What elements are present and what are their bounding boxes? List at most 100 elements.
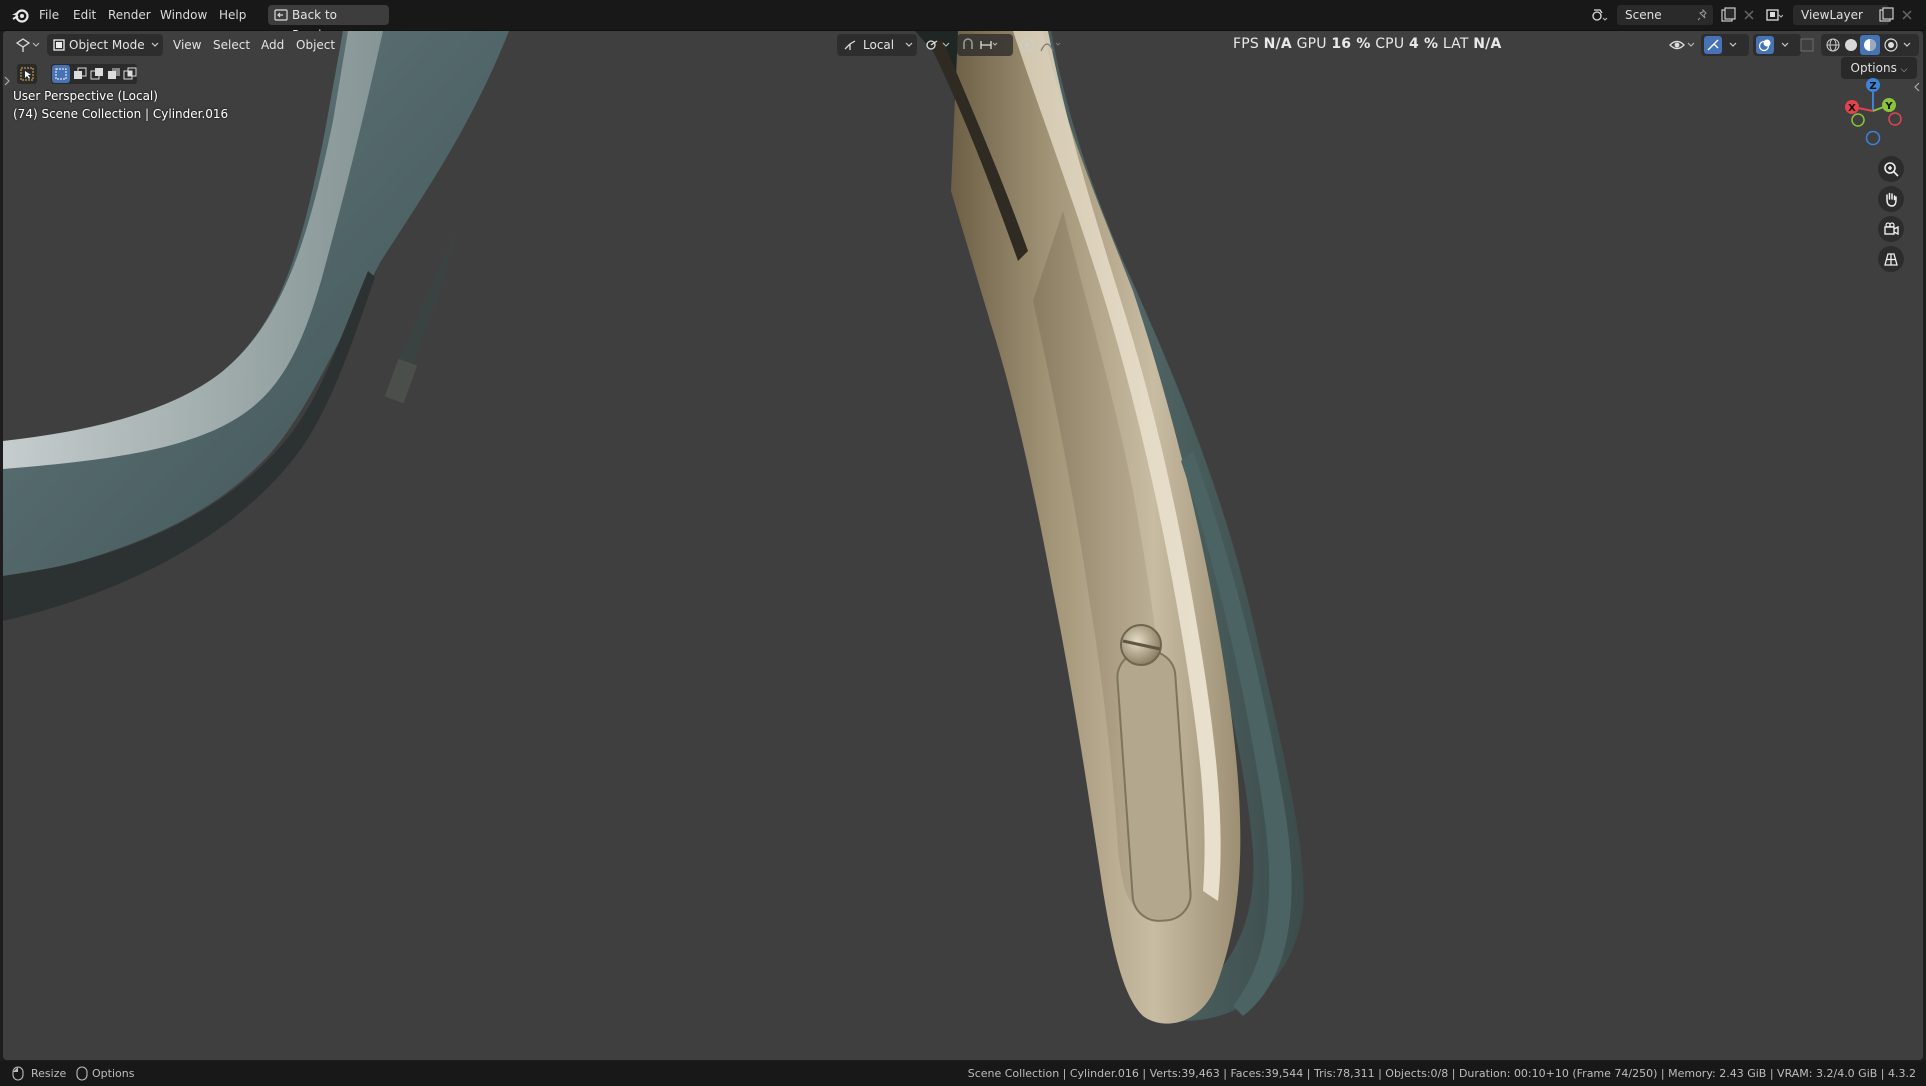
z-axis-label: Z [1869, 81, 1876, 92]
object-mode-label: Object Mode [69, 38, 145, 52]
view-layer-field[interactable]: ViewLayer [1793, 5, 1889, 25]
mouse-left-icon [12, 1066, 24, 1081]
sidebar-expand-icon[interactable] [1913, 81, 1921, 93]
subtract-selection-icon[interactable] [90, 67, 104, 81]
gizmo-toggle-group [1701, 34, 1749, 56]
rendered-shading-icon[interactable] [1883, 37, 1899, 53]
neg-x-axis-handle[interactable] [1888, 112, 1902, 126]
gpu-value: 16 % [1331, 36, 1371, 52]
shading-mode-group [1821, 34, 1919, 56]
blender-logo-icon[interactable] [10, 6, 30, 24]
view-layer-name: ViewLayer [1801, 8, 1863, 22]
hand-icon [1886, 192, 1897, 207]
status-action-options: Options [92, 1067, 135, 1080]
view-layer-icon[interactable] [1765, 6, 1783, 24]
new-scene-icon[interactable] [1719, 6, 1737, 24]
gizmo-toggle-button[interactable] [1704, 36, 1722, 54]
fps-label: FPS [1233, 36, 1259, 52]
cpu-label: CPU [1375, 36, 1405, 52]
3d-viewport[interactable]: Object Mode View Select Add Object Local [3, 31, 1923, 1060]
scene-name-field[interactable]: Scene [1617, 5, 1713, 25]
menu-add[interactable]: Add [261, 34, 284, 56]
navigation-gizmo[interactable]: Z Y X [1837, 75, 1909, 151]
status-action-resize: Resize [31, 1067, 67, 1080]
object-mode-dropdown[interactable]: Object Mode [47, 34, 163, 56]
performance-stats: FPS N/A GPU 16 % CPU 4 % LAT N/A [1233, 33, 1502, 55]
chevron-down-icon[interactable] [1729, 42, 1737, 48]
pan-button[interactable] [1878, 186, 1904, 212]
overlay-icon [1758, 39, 1771, 52]
gpu-label: GPU [1296, 36, 1327, 52]
transform-orientation-dropdown[interactable]: Local [837, 34, 917, 56]
camera-view-button[interactable] [1878, 216, 1904, 242]
object-mode-icon [53, 39, 65, 51]
toolbar-expand-icon[interactable] [3, 75, 11, 87]
neg-y-axis-handle[interactable] [1851, 113, 1865, 127]
snap-increment-icon[interactable] [979, 38, 999, 52]
material-shading-icon [1864, 39, 1876, 51]
editor-type-icon[interactable] [15, 37, 41, 53]
pin-icon[interactable] [1697, 9, 1709, 21]
collection-info-label: (74) Scene Collection | Cylinder.016 [13, 107, 229, 121]
snap-group [957, 34, 1013, 56]
ortho-toggle-button[interactable] [1878, 246, 1904, 272]
y-axis-label: Y [1884, 101, 1893, 112]
top-menu-bar: File Edit Render Window Help Back to Pre… [0, 0, 1926, 42]
pivot-point-icon[interactable] [925, 38, 953, 52]
lat-label: LAT [1442, 36, 1469, 52]
delete-scene-icon[interactable] [1740, 6, 1758, 24]
neg-z-axis-handle[interactable] [1865, 130, 1881, 146]
menu-render[interactable]: Render [108, 0, 151, 30]
orientation-icon [844, 40, 856, 50]
grid-icon [1884, 253, 1898, 266]
scene-icon[interactable] [1590, 6, 1608, 24]
gizmo-icon [1707, 39, 1719, 51]
chevron-down-icon[interactable] [1781, 42, 1789, 48]
visibility-icon[interactable] [1668, 36, 1698, 54]
snap-icon[interactable] [961, 38, 975, 52]
scene-render[interactable] [3, 31, 1923, 1060]
chevron-down-icon[interactable] [1903, 42, 1911, 48]
chevron-down-icon: ⌵ [1900, 65, 1908, 75]
menu-file[interactable]: File [39, 0, 59, 30]
wireframe-shading-icon[interactable] [1825, 37, 1841, 53]
back-icon [274, 9, 288, 21]
cpu-value: 4 % [1408, 36, 1439, 52]
blender-window: File Edit Render Window Help Back to Pre… [0, 0, 1926, 1086]
select-box-icon [20, 67, 34, 81]
menu-object[interactable]: Object [296, 34, 335, 56]
mouse-right-icon [76, 1066, 88, 1081]
delete-view-layer-icon[interactable] [1898, 6, 1916, 24]
menu-view[interactable]: View [173, 34, 201, 56]
viewport-header: Object Mode View Select Add Object Local [3, 31, 1923, 59]
chevron-down-icon [905, 42, 913, 47]
zoom-icon [1884, 162, 1899, 177]
intersect-selection-icon[interactable] [123, 67, 137, 81]
back-to-previous-button[interactable]: Back to Previous [268, 5, 389, 42]
solid-shading-icon[interactable] [1843, 37, 1859, 53]
menu-edit[interactable]: Edit [73, 0, 96, 30]
xray-icon[interactable] [1799, 37, 1815, 53]
selection-mode-group [51, 64, 137, 84]
select-tool-button[interactable] [17, 64, 37, 84]
invert-selection-icon[interactable] [107, 67, 121, 81]
proportional-editing-icon[interactable] [1019, 37, 1035, 53]
fps-value: N/A [1263, 36, 1292, 52]
proportional-falloff-icon[interactable] [1039, 37, 1063, 53]
material-preview-button[interactable] [1860, 35, 1880, 55]
menu-select[interactable]: Select [213, 34, 250, 56]
extend-selection-icon[interactable] [73, 67, 87, 81]
menu-window[interactable]: Window [160, 0, 207, 30]
options-label: Options [1850, 61, 1897, 75]
set-new-selection-button[interactable] [52, 65, 70, 83]
scene-statistics: Scene Collection | Cylinder.016 | Verts:… [967, 1067, 1916, 1080]
overlay-toggle-button[interactable] [1756, 36, 1774, 54]
x-axis-label: X [1848, 103, 1856, 114]
camera-icon [1884, 222, 1899, 236]
menu-help[interactable]: Help [219, 0, 246, 30]
view-name-label: User Perspective (Local) [13, 89, 158, 103]
new-view-layer-icon[interactable] [1877, 6, 1895, 24]
zoom-button[interactable] [1878, 156, 1904, 182]
overlay-toggle-group [1753, 34, 1801, 56]
status-bar: Resize Options Scene Collection | Cylind… [0, 1061, 1926, 1086]
